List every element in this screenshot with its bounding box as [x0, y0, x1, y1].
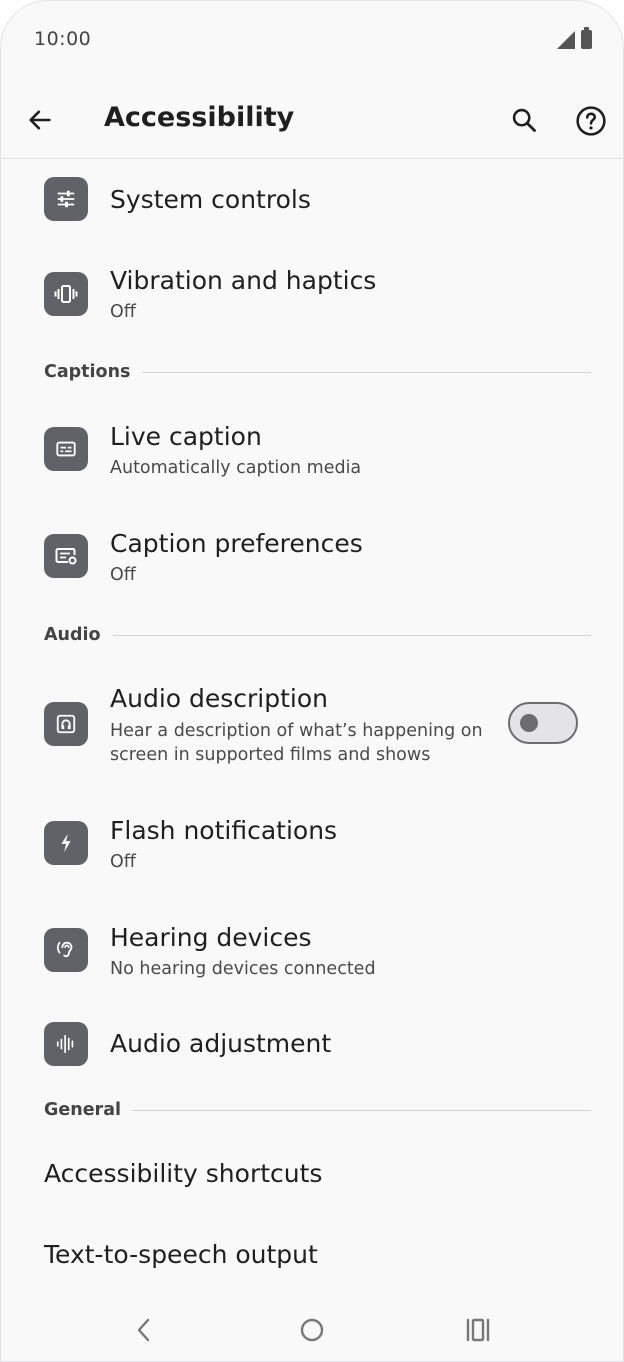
screen: 10:00 Accessibility System controls Vibr… [0, 0, 624, 1362]
ear-icon [44, 928, 88, 972]
section-label: General [44, 1100, 121, 1120]
navigation-bar [0, 1300, 624, 1362]
item-title: Accessibility shortcuts [44, 1159, 323, 1188]
list-item-tts-output[interactable]: Text-to-speech output [0, 1218, 624, 1298]
flash-icon [44, 821, 88, 865]
item-title: Audio description [110, 684, 329, 713]
toggle-knob [520, 714, 538, 732]
item-subtitle-line1: Hear a description of what’s happening o… [110, 721, 483, 741]
waveform-icon [44, 1022, 88, 1066]
help-button[interactable] [572, 102, 610, 140]
item-title: Flash notifications [110, 816, 338, 845]
audio-description-toggle[interactable] [508, 702, 578, 744]
status-icons [557, 27, 592, 49]
battery-icon [581, 27, 592, 49]
list-item-hearing-devices[interactable]: Hearing devices No hearing devices conne… [0, 907, 624, 997]
section-divider [142, 371, 591, 373]
audio-description-icon [44, 702, 88, 746]
section-label: Audio [44, 625, 101, 645]
item-title: Hearing devices [110, 923, 312, 952]
list-item-live-caption[interactable]: Live caption Automatically caption media [0, 406, 624, 496]
status-time: 10:00 [34, 28, 92, 50]
search-icon [512, 108, 536, 132]
item-subtitle: No hearing devices connected [110, 959, 376, 979]
page-title: Accessibility [104, 102, 295, 133]
signal-icon [557, 30, 575, 49]
section-divider [112, 634, 591, 636]
item-subtitle: Automatically caption media [110, 458, 362, 478]
help-icon [576, 106, 606, 136]
nav-back-button[interactable] [124, 1314, 164, 1346]
list-item-flash-notifications[interactable]: Flash notifications Off [0, 800, 624, 890]
app-bar: Accessibility [0, 82, 624, 159]
item-title: Live caption [110, 422, 262, 451]
section-label: Captions [44, 362, 131, 382]
list-item-audio-description[interactable]: Audio description Hear a description of … [0, 670, 624, 780]
item-subtitle: Off [110, 852, 136, 872]
item-title: System controls [110, 185, 311, 214]
item-title: Text-to-speech output [44, 1240, 318, 1269]
item-title: Vibration and haptics [110, 266, 377, 295]
nav-home-button[interactable] [292, 1314, 332, 1346]
section-divider [133, 1109, 591, 1111]
item-subtitle: Off [110, 302, 136, 322]
item-subtitle: Off [110, 565, 136, 585]
item-title: Caption preferences [110, 529, 363, 558]
list-item-vibration[interactable]: Vibration and haptics Off [0, 250, 624, 340]
status-bar: 10:00 [0, 0, 624, 80]
arrow-back-icon [29, 110, 51, 130]
section-header-audio: Audio [44, 623, 591, 647]
section-header-general: General [44, 1098, 591, 1122]
list-item-caption-preferences[interactable]: Caption preferences Off [0, 513, 624, 603]
caption-settings-icon [44, 534, 88, 578]
vibration-icon [44, 272, 88, 316]
list-item-system-controls[interactable]: System controls [0, 160, 624, 242]
list-item-audio-adjustment[interactable]: Audio adjustment [0, 1004, 624, 1086]
nav-recents-button[interactable] [458, 1314, 498, 1346]
back-button[interactable] [22, 102, 58, 138]
section-header-captions: Captions [44, 360, 591, 384]
recents-icon [466, 1318, 490, 1342]
list-item-accessibility-shortcuts[interactable]: Accessibility shortcuts [0, 1136, 624, 1216]
item-subtitle-line2: screen in supported films and shows [110, 745, 431, 765]
home-circle-icon [300, 1318, 324, 1342]
item-title: Audio adjustment [110, 1029, 332, 1058]
search-button[interactable] [506, 102, 542, 138]
chevron-left-icon [137, 1318, 150, 1342]
caption-icon [44, 427, 88, 471]
sliders-icon [44, 177, 88, 221]
